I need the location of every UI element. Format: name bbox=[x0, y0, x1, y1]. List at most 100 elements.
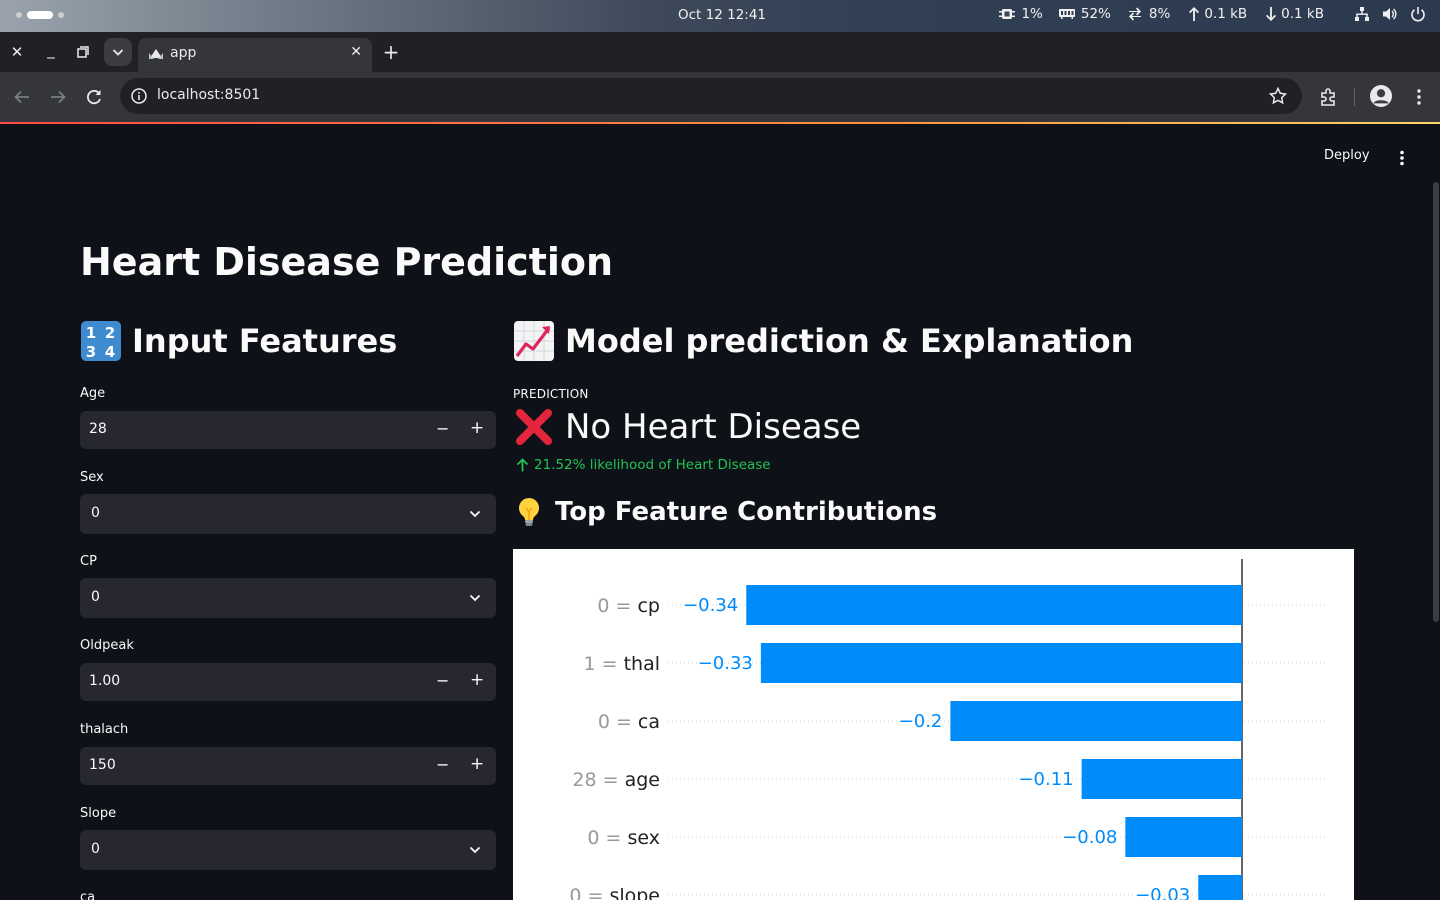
thalach-label: thalach bbox=[80, 722, 129, 737]
tab-search-button[interactable] bbox=[104, 38, 132, 66]
age-label: Age bbox=[80, 386, 106, 401]
network-icon[interactable] bbox=[1354, 6, 1370, 22]
sex-label: Sex bbox=[80, 470, 104, 485]
shap-waterfall-chart: −0.34 0 = cp −0.33 1 = thal −0.2 0 = ca −0.11 2… bbox=[513, 549, 1354, 900]
contribution-bar-thal bbox=[760, 643, 1242, 683]
svg-text:1: 1 bbox=[86, 324, 96, 342]
feature-label-thal: 1 = thal bbox=[583, 653, 660, 675]
window-restore-icon[interactable] bbox=[73, 42, 93, 62]
reload-icon[interactable] bbox=[83, 86, 105, 108]
age-increment-button[interactable]: + bbox=[470, 418, 484, 438]
swap-icon bbox=[1128, 7, 1141, 21]
input-features-heading: 1 2 3 4 Input Features bbox=[80, 320, 397, 362]
new-tab-button[interactable]: + bbox=[380, 40, 402, 64]
window-minimize-icon[interactable]: _ bbox=[41, 40, 61, 60]
cpu-value: 1% bbox=[1021, 6, 1043, 22]
oldpeak-value[interactable]: 1.00 bbox=[89, 673, 120, 689]
contribution-bar-age bbox=[1081, 759, 1242, 799]
memory-icon bbox=[1058, 9, 1075, 19]
browser-menu-icon[interactable] bbox=[1408, 86, 1430, 108]
feature-label-age: 28 = age bbox=[572, 769, 660, 791]
page-title: Heart Disease Prediction bbox=[80, 240, 614, 284]
age-value[interactable]: 28 bbox=[89, 421, 107, 437]
contribution-value-label: −0.2 bbox=[899, 711, 943, 732]
cp-label: CP bbox=[80, 554, 97, 569]
chart-increasing-icon bbox=[514, 321, 554, 361]
thalach-input[interactable]: 150 − + bbox=[80, 747, 496, 785]
window-close-icon[interactable]: ✕ bbox=[7, 42, 27, 62]
arrow-up-icon bbox=[516, 457, 529, 471]
thalach-decrement-button[interactable]: − bbox=[436, 755, 449, 774]
cp-value: 0 bbox=[91, 589, 100, 605]
deploy-button[interactable]: Deploy bbox=[1324, 148, 1370, 163]
cpu-stat: 1% bbox=[999, 6, 1043, 22]
memory-stat: 52% bbox=[1058, 6, 1111, 22]
age-decrement-button[interactable]: − bbox=[436, 419, 449, 438]
main-menu-icon[interactable] bbox=[1396, 150, 1408, 166]
feature-label-sex: 0 = sex bbox=[587, 827, 660, 849]
cp-select[interactable]: 0 bbox=[80, 578, 496, 618]
cross-mark-icon bbox=[516, 409, 552, 445]
contribution-value-label: −0.08 bbox=[1062, 827, 1117, 848]
contribution-bar-sex bbox=[1125, 817, 1242, 857]
contribution-value-label: −0.11 bbox=[1018, 769, 1073, 790]
page-scrollbar[interactable] bbox=[1433, 182, 1439, 622]
oldpeak-input[interactable]: 1.00 − + bbox=[80, 663, 496, 701]
cpu-icon bbox=[999, 9, 1016, 19]
toolbar-divider bbox=[1354, 88, 1355, 106]
volume-icon[interactable] bbox=[1382, 6, 1398, 22]
upload-stat: 0.1 kB bbox=[1186, 6, 1247, 22]
extensions-icon[interactable] bbox=[1318, 86, 1340, 108]
memory-value: 52% bbox=[1080, 6, 1111, 22]
site-info-icon[interactable] bbox=[130, 87, 148, 105]
chart-svg: −0.34 0 = cp −0.33 1 = thal −0.2 0 = ca −0.11 2… bbox=[569, 559, 1328, 900]
clock[interactable]: Oct 12 12:41 bbox=[678, 7, 766, 23]
tab-app[interactable]: app ✕ bbox=[138, 38, 372, 72]
url-text[interactable]: localhost:8501 bbox=[157, 87, 260, 103]
tab-close-icon[interactable]: ✕ bbox=[350, 44, 362, 60]
thalach-value[interactable]: 150 bbox=[89, 757, 116, 773]
contribution-value-label: −0.33 bbox=[698, 653, 753, 674]
profile-avatar[interactable] bbox=[1370, 85, 1394, 109]
input-features-title: Input Features bbox=[132, 322, 398, 360]
os-top-bar: Oct 12 12:41 1% 52% 8% 0.1 kB 0.1 kB bbox=[0, 0, 1440, 32]
address-bar[interactable]: localhost:8501 bbox=[120, 78, 1302, 114]
swap-value: 8% bbox=[1148, 6, 1171, 22]
age-input[interactable]: 28 − + bbox=[80, 411, 496, 449]
chevron-down-icon bbox=[112, 49, 124, 56]
contribution-bar-cp bbox=[746, 585, 1242, 625]
top-contributions-heading: Top Feature Contributions bbox=[513, 496, 937, 528]
prediction-metric-value: No Heart Disease bbox=[513, 406, 861, 448]
chevron-down-icon bbox=[469, 510, 481, 518]
prediction-delta-text: 21.52% likelihood of Heart Disease bbox=[534, 457, 771, 473]
download-value: 0.1 kB bbox=[1281, 6, 1324, 22]
thalach-increment-button[interactable]: + bbox=[470, 754, 484, 774]
slope-value: 0 bbox=[91, 841, 100, 857]
prediction-title: Model prediction & Explanation bbox=[565, 322, 1134, 360]
sex-value: 0 bbox=[91, 505, 100, 521]
contribution-bar-ca bbox=[950, 701, 1242, 741]
forward-icon[interactable] bbox=[47, 86, 69, 108]
input-numbers-icon: 1 2 3 4 bbox=[81, 321, 121, 361]
streamlit-favicon-icon bbox=[149, 49, 163, 59]
ca-label: ca bbox=[80, 890, 96, 900]
contribution-bar-slope bbox=[1198, 875, 1242, 900]
bookmark-star-icon[interactable] bbox=[1268, 86, 1288, 106]
back-icon[interactable] bbox=[11, 86, 33, 108]
light-bulb-icon bbox=[519, 498, 539, 526]
workspace-indicator[interactable] bbox=[16, 11, 64, 19]
contribution-value-label: −0.34 bbox=[683, 595, 738, 616]
oldpeak-increment-button[interactable]: + bbox=[470, 670, 484, 690]
upload-value: 0.1 kB bbox=[1204, 6, 1248, 22]
slope-select[interactable]: 0 bbox=[80, 830, 496, 870]
power-icon[interactable] bbox=[1410, 6, 1426, 22]
slope-label: Slope bbox=[80, 806, 117, 821]
prediction-heading: Model prediction & Explanation bbox=[513, 320, 1133, 362]
svg-text:4: 4 bbox=[105, 343, 115, 361]
prediction-metric-label: PREDICTION bbox=[513, 387, 589, 401]
oldpeak-decrement-button[interactable]: − bbox=[436, 671, 449, 690]
sex-select[interactable]: 0 bbox=[80, 494, 496, 534]
contribution-value-label: −0.03 bbox=[1135, 885, 1190, 900]
svg-text:2: 2 bbox=[105, 324, 115, 342]
arrow-up-icon bbox=[1189, 7, 1200, 21]
